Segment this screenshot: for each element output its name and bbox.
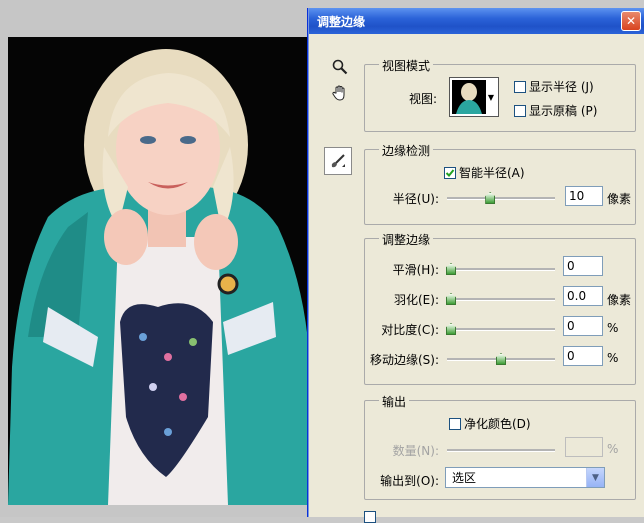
view-thumbnail	[452, 80, 486, 114]
feather-label: 羽化(E):	[394, 293, 439, 307]
amount-label: 数量(N):	[392, 444, 439, 458]
feather-slider-thumb[interactable]	[446, 293, 456, 305]
chevron-down-icon: ▼	[487, 92, 495, 102]
dialog-title: 调整边缘	[317, 14, 366, 29]
shift-edge-slider[interactable]	[447, 353, 555, 365]
checkmark-icon	[445, 168, 455, 177]
feather-unit: 像素	[607, 293, 632, 307]
show-original-checkbox[interactable]	[514, 104, 526, 117]
contrast-slider-thumb[interactable]	[446, 323, 456, 335]
radius-slider[interactable]	[447, 192, 555, 204]
photo-preview	[8, 37, 310, 505]
show-original-option[interactable]: 显示原稿 (P)	[514, 102, 597, 119]
decontaminate-checkbox[interactable]	[449, 417, 461, 430]
view-selector[interactable]: ▼	[449, 77, 499, 117]
feather-slider[interactable]	[446, 293, 555, 305]
chevron-down-icon[interactable]: ▼	[586, 468, 604, 487]
smooth-label: 平滑(H):	[392, 263, 439, 277]
view-label: 视图:	[409, 92, 438, 106]
decontaminate-option[interactable]: 净化颜色(D)	[449, 415, 531, 432]
show-radius-checkbox[interactable]	[514, 80, 526, 93]
radius-label: 半径(U):	[392, 192, 439, 206]
partial-bottom-option[interactable]	[364, 511, 379, 523]
close-button[interactable]: ✕	[621, 11, 641, 31]
shift-edge-input[interactable]: 0	[563, 346, 603, 366]
refine-edge-dialog: 调整边缘 ✕ 视图模式 视图: ▼ 显示半径 (J) 显示原稿 (P) 边缘检测…	[308, 8, 644, 523]
output-to-value: 选区	[452, 471, 477, 485]
shift-edge-label: 移动边缘(S):	[369, 353, 439, 367]
bottom-checkbox[interactable]	[364, 511, 376, 523]
dialog-titlebar[interactable]: 调整边缘 ✕	[309, 8, 644, 34]
contrast-slider[interactable]	[446, 323, 555, 335]
amount-slider	[447, 444, 555, 456]
smart-radius-option[interactable]: 智能半径(A)	[444, 164, 525, 181]
image-canvas	[0, 0, 310, 517]
amount-unit: %	[607, 442, 619, 456]
hand-icon	[332, 85, 345, 101]
contrast-unit: %	[607, 321, 619, 335]
smooth-input[interactable]: 0	[563, 256, 603, 276]
output-legend: 输出	[379, 393, 410, 410]
radius-unit: 像素	[607, 192, 632, 206]
contrast-label: 对比度(C):	[381, 323, 439, 337]
smart-radius-checkbox[interactable]	[444, 166, 456, 179]
adjust-edge-legend: 调整边缘	[379, 231, 434, 248]
close-icon: ✕	[625, 14, 637, 28]
feather-input[interactable]: 0.0	[563, 286, 603, 306]
hand-tool[interactable]	[329, 82, 351, 104]
radius-slider-thumb[interactable]	[485, 192, 496, 204]
view-mode-group: 视图模式	[364, 57, 636, 132]
amount-input	[565, 437, 603, 457]
output-to-label: 输出到(O):	[380, 474, 439, 488]
edge-detection-legend: 边缘检测	[379, 142, 434, 159]
show-radius-option[interactable]: 显示半径 (J)	[514, 78, 594, 95]
magnifier-icon	[332, 59, 348, 75]
refine-radius-tool[interactable]	[324, 147, 352, 175]
contrast-input[interactable]: 0	[563, 316, 603, 336]
view-mode-legend: 视图模式	[379, 57, 434, 74]
shift-edge-slider-thumb[interactable]	[496, 353, 506, 365]
brush-icon	[331, 154, 345, 168]
shift-edge-unit: %	[607, 351, 619, 365]
portrait-photo	[8, 37, 310, 505]
smooth-slider[interactable]	[446, 263, 555, 275]
output-to-select[interactable]: 选区 ▼	[445, 467, 605, 488]
smooth-slider-thumb[interactable]	[446, 263, 456, 275]
zoom-tool[interactable]	[329, 56, 351, 78]
radius-input[interactable]: 10	[565, 186, 603, 206]
